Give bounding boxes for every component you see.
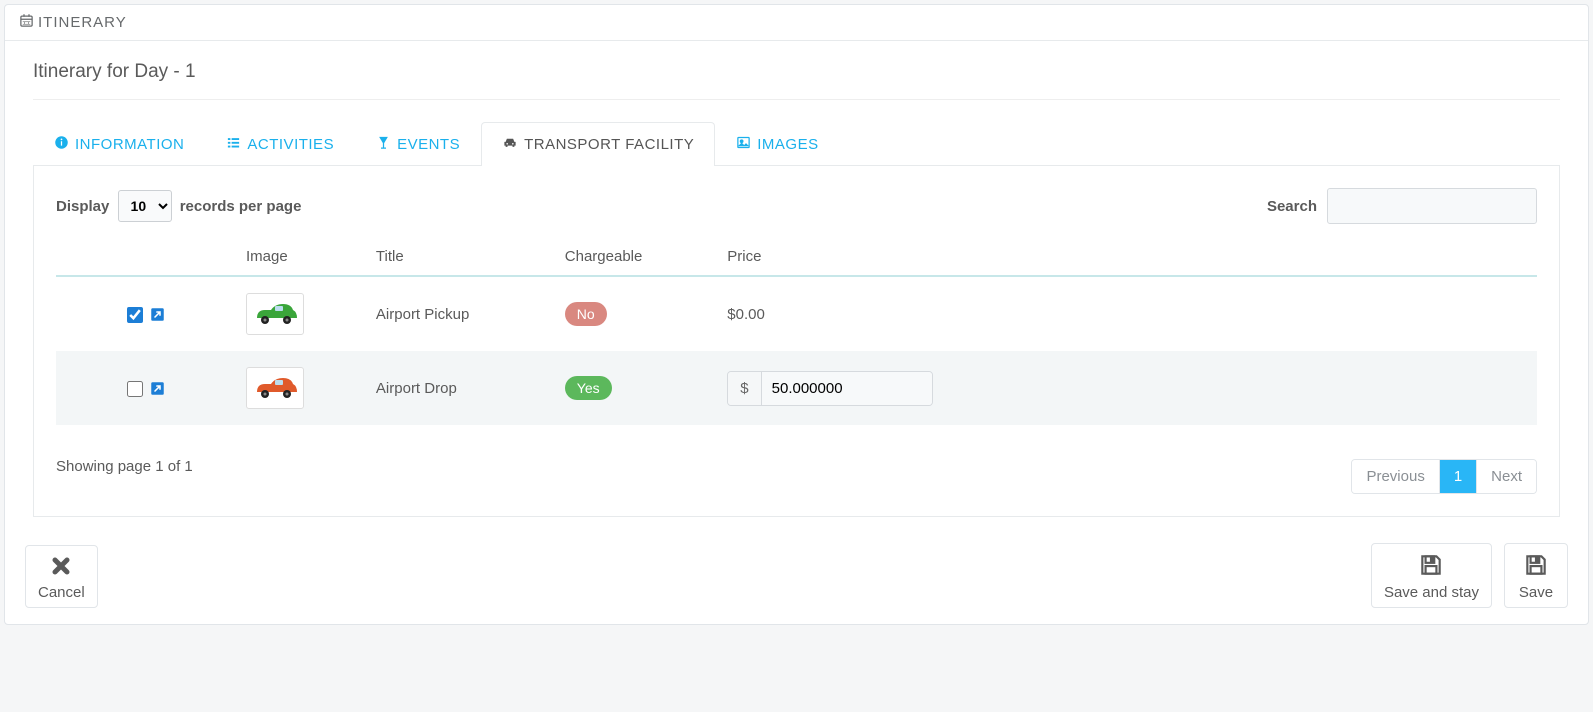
tab-panel-transport: Display 10 records per page Search Image	[33, 166, 1560, 517]
price-input[interactable]	[762, 372, 932, 405]
panel-title: ITINERARY	[38, 14, 127, 31]
row-price: $0.00	[717, 276, 1092, 351]
display-label-pre: Display	[56, 198, 109, 215]
table-row: Airport Drop Yes $	[56, 351, 1537, 425]
image-icon	[736, 135, 751, 154]
expand-icon[interactable]	[149, 307, 165, 323]
save-and-stay-button[interactable]: Save and stay	[1371, 543, 1492, 608]
row-title: Airport Drop	[366, 351, 555, 425]
panel-body: Itinerary for Day - 1 INFORMATION ACTIVI…	[5, 41, 1588, 527]
table-footer: Showing page 1 of 1 Previous 1 Next	[56, 439, 1537, 494]
search-input[interactable]	[1327, 188, 1537, 224]
display-label-post: records per page	[180, 198, 302, 215]
calendar-icon	[19, 13, 38, 32]
tab-events[interactable]: EVENTS	[355, 122, 481, 166]
save-button[interactable]: Save	[1504, 543, 1568, 608]
cancel-button[interactable]: Cancel	[25, 545, 98, 608]
divider	[33, 99, 1560, 100]
display-control: Display 10 records per page	[56, 190, 301, 222]
page-subtitle: Itinerary for Day - 1	[33, 61, 1560, 99]
pagination-previous[interactable]: Previous	[1352, 460, 1439, 493]
tab-activities[interactable]: ACTIVITIES	[205, 122, 355, 166]
col-title[interactable]: Title	[366, 238, 555, 276]
col-select	[56, 238, 236, 276]
price-input-group: $	[727, 371, 932, 406]
search-control: Search	[1267, 188, 1537, 224]
search-label: Search	[1267, 198, 1317, 215]
save-icon	[1523, 552, 1549, 582]
tabs-nav: INFORMATION ACTIVITIES EVENTS TRANSPORT …	[33, 122, 1560, 166]
row-thumbnail	[246, 367, 304, 409]
row-title: Airport Pickup	[366, 276, 555, 351]
table-row: Airport Pickup No $0.00	[56, 276, 1537, 351]
chargeable-badge: Yes	[565, 376, 612, 400]
pagination-page-1[interactable]: 1	[1440, 460, 1477, 493]
info-icon	[54, 135, 69, 154]
table-body: Airport Pickup No $0.00	[56, 276, 1537, 425]
button-label: Save	[1519, 584, 1553, 601]
button-label: Save and stay	[1384, 584, 1479, 601]
records-per-page-select[interactable]: 10	[118, 190, 172, 222]
close-icon	[49, 554, 73, 582]
pagination: Previous 1 Next	[1351, 459, 1537, 494]
save-icon	[1418, 552, 1444, 582]
col-image[interactable]: Image	[236, 238, 366, 276]
button-label: Cancel	[38, 584, 85, 601]
list-icon	[226, 135, 241, 154]
table-controls: Display 10 records per page Search	[56, 188, 1537, 224]
row-checkbox[interactable]	[127, 381, 143, 397]
itinerary-panel: ITINERARY Itinerary for Day - 1 INFORMAT…	[4, 4, 1589, 625]
action-bar: Cancel Save and stay Save	[5, 527, 1588, 624]
pagination-next[interactable]: Next	[1477, 460, 1536, 493]
glass-icon	[376, 135, 391, 154]
row-thumbnail	[246, 293, 304, 335]
tab-label: IMAGES	[757, 136, 818, 153]
tab-information[interactable]: INFORMATION	[33, 122, 205, 166]
col-price[interactable]: Price	[717, 238, 1092, 276]
tab-label: ACTIVITIES	[247, 136, 334, 153]
col-chargeable[interactable]: Chargeable	[555, 238, 718, 276]
expand-icon[interactable]	[149, 381, 165, 397]
col-spacer	[1093, 238, 1537, 276]
showing-text: Showing page 1 of 1	[56, 458, 193, 475]
row-checkbox[interactable]	[127, 307, 143, 323]
currency-addon: $	[728, 372, 761, 405]
tab-images[interactable]: IMAGES	[715, 122, 839, 166]
transport-table: Image Title Chargeable Price	[56, 238, 1537, 425]
chargeable-badge: No	[565, 302, 607, 326]
tab-label: EVENTS	[397, 136, 460, 153]
tab-transport-facility[interactable]: TRANSPORT FACILITY	[481, 122, 715, 166]
car-icon	[502, 135, 518, 154]
panel-heading: ITINERARY	[5, 5, 1588, 41]
tab-label: INFORMATION	[75, 136, 184, 153]
tab-label: TRANSPORT FACILITY	[524, 136, 694, 153]
